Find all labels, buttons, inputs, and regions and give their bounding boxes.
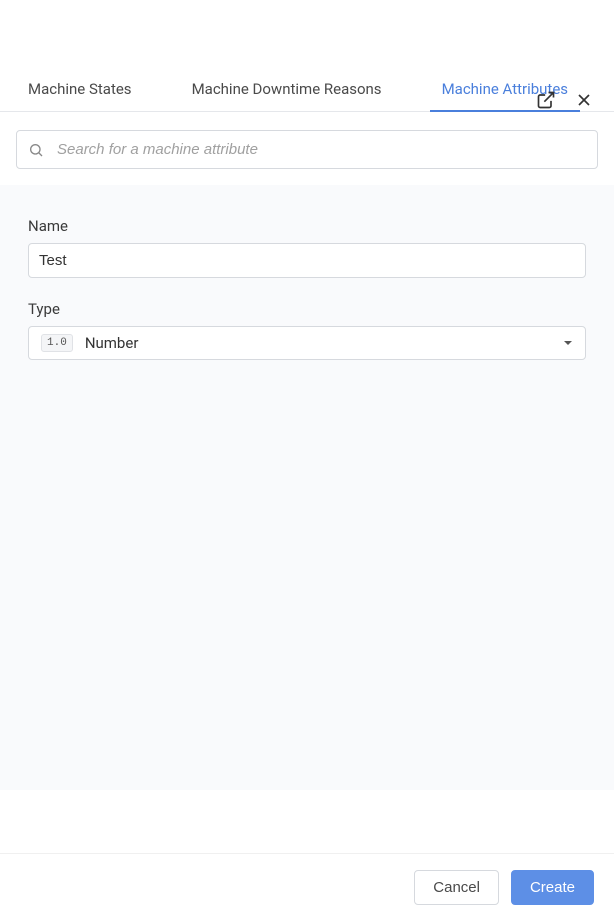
search-container: [0, 112, 614, 185]
type-value: Number: [85, 334, 563, 352]
name-field[interactable]: [28, 243, 586, 278]
tab-label: Machine Downtime Reasons: [192, 80, 382, 98]
tab-machine-states[interactable]: Machine States: [16, 68, 144, 112]
search-icon: [28, 142, 44, 158]
button-label: Cancel: [433, 879, 480, 896]
chevron-down-icon: [563, 338, 573, 348]
form-area: Name Type 1.0 Number: [0, 185, 614, 790]
name-label: Name: [28, 217, 586, 235]
type-select[interactable]: 1.0 Number: [28, 326, 586, 360]
button-label: Create: [530, 879, 575, 896]
tab-machine-downtime-reasons[interactable]: Machine Downtime Reasons: [180, 68, 394, 112]
tab-label: Machine States: [28, 80, 132, 98]
type-badge: 1.0: [41, 334, 73, 352]
type-label: Type: [28, 300, 586, 318]
tabs-bar: Machine States Machine Downtime Reasons …: [0, 68, 614, 112]
cancel-button[interactable]: Cancel: [414, 870, 499, 905]
footer-actions: Cancel Create: [0, 853, 614, 921]
close-icon[interactable]: [574, 90, 594, 114]
search-input[interactable]: [16, 130, 598, 169]
create-button[interactable]: Create: [511, 870, 594, 905]
open-external-icon[interactable]: [536, 90, 556, 114]
